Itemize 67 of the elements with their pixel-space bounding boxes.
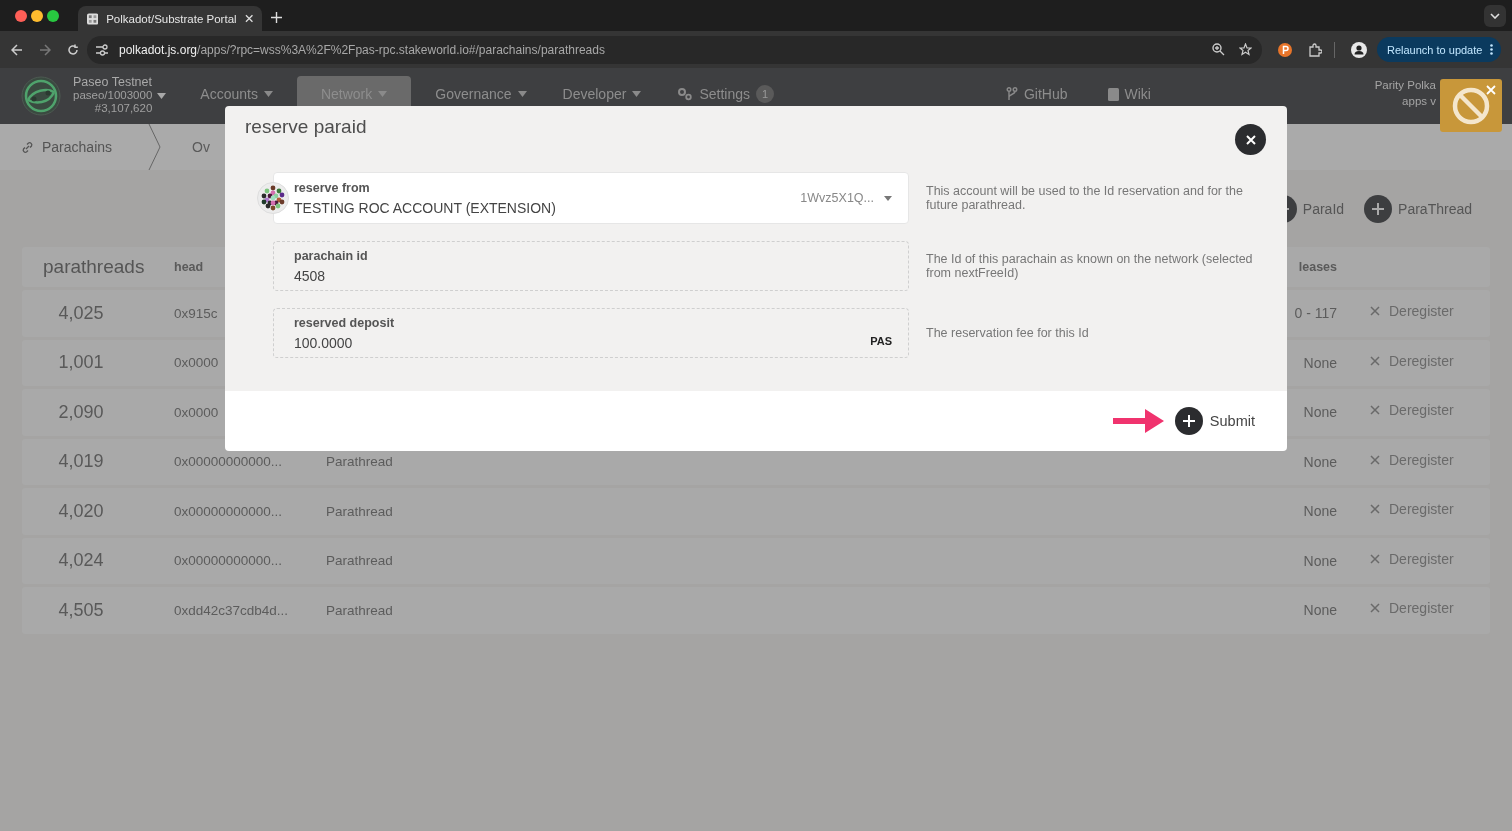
para-id: 4,025: [57, 302, 105, 324]
account-dropdown[interactable]: reserve from TESTING ROC ACCOUNT (EXTENSION) 1Wvz5X1Q...: [273, 172, 909, 224]
para-id: 4,505: [57, 599, 105, 621]
leases-cell-text: None: [1302, 453, 1337, 470]
tab-title: Polkadot/Substrate Portal: [106, 12, 237, 25]
para-id: 2,090: [57, 401, 105, 423]
leases-cell-text: None: [1302, 602, 1337, 619]
leases-cell-text: None: [1302, 552, 1337, 569]
nav-label: Settings: [699, 86, 750, 102]
head-hash: 0x00000000000...: [173, 503, 284, 519]
column-header: leases: [1297, 260, 1337, 274]
account-address: 1Wvz5X1Q...: [800, 191, 874, 205]
chain-name: Paseo Testnet: [73, 76, 152, 89]
help-text: This account will be used to the Id reservation and for the future parathread.: [925, 184, 1244, 212]
leases-cell-text: None: [1302, 503, 1337, 520]
nav-label: Wiki: [1124, 86, 1151, 102]
type-cell: Parathread: [326, 503, 393, 519]
field-label: reserved deposit: [294, 315, 396, 330]
relaunch-button[interactable]: Relaunch to update: [1377, 37, 1502, 62]
submit-button[interactable]: Submit: [1174, 407, 1255, 435]
nav-menu[interactable]: Developer: [544, 76, 660, 124]
para-id: 4,024: [57, 550, 105, 572]
head-hash: 0x0000: [173, 355, 220, 371]
nav-link[interactable]: GitHub: [987, 76, 1086, 124]
type-cell: Parathread: [326, 602, 393, 618]
section-link[interactable]: Parachains: [21, 139, 113, 155]
url-text: polkadot.js.org/apps/?rpc=wss%3A%2F%2Fpas-rpc.stakeworld.io#/parachains/parathreads: [119, 42, 605, 57]
head-hash: 0x00000000000...: [173, 553, 284, 569]
nav-link[interactable]: Wiki: [1089, 76, 1169, 124]
field-value: 4508: [294, 267, 327, 284]
type-cell: Parathread: [326, 553, 393, 569]
field-value: 100.0000: [294, 334, 354, 351]
address-bar[interactable]: polkadot.js.org/apps/?rpc=wss%3A%2F%2Fpas-rpc.stakeworld.io#/parachains/parathreads: [87, 35, 1262, 64]
version-text: apps v: [1402, 94, 1436, 109]
field-label: reserve from: [294, 180, 371, 195]
para-id: 1,001: [57, 352, 105, 374]
head-hash: 0x915c: [173, 305, 219, 321]
head-hash: 0x00000000000...: [173, 454, 284, 470]
head-hash: 0x0000: [173, 404, 220, 420]
subnav-tab[interactable]: Ov: [192, 139, 210, 155]
field-value: TESTING ROC ACCOUNT (EXTENSION): [294, 199, 557, 216]
input-field[interactable]: reserved deposit 100.0000 PAS: [273, 308, 909, 358]
add-button[interactable]: ParaThread: [1364, 194, 1472, 223]
nav-label: GitHub: [1023, 86, 1068, 102]
nav-menu[interactable]: Governance: [417, 76, 545, 124]
version-text: Parity Polka: [1374, 78, 1436, 93]
field-label: parachain id: [294, 248, 369, 263]
nav-label: Developer: [562, 86, 627, 102]
block-number: #3,107,620: [94, 102, 153, 115]
nav-menu[interactable]: Settings 1: [659, 76, 792, 124]
section-label: Parachains: [42, 139, 113, 155]
head-hash: 0xdd42c37cdb4d...: [173, 602, 290, 618]
chain-spec: paseo/1003000: [73, 89, 153, 102]
column-header: head: [173, 260, 205, 274]
help-text: The reservation fee for this Id: [925, 326, 1090, 340]
para-id: 4,020: [57, 500, 105, 522]
unit-label: PAS: [870, 335, 892, 347]
type-cell: Parathread: [326, 454, 393, 470]
input-field[interactable]: parachain id 4508: [273, 241, 909, 291]
nav-label: Accounts: [200, 86, 258, 102]
para-id: 4,019: [57, 451, 105, 473]
leases-cell-text: 0 - 117: [1293, 305, 1337, 322]
leases-cell-text: None: [1302, 354, 1337, 371]
notification-badge: 1: [755, 85, 774, 103]
browser-tab[interactable]: Polkadot/Substrate Portal: [78, 6, 262, 31]
nav-label: Governance: [435, 86, 512, 102]
help-text: The Id of this parachain as known on the network (selected from nextFreeId): [925, 252, 1254, 280]
